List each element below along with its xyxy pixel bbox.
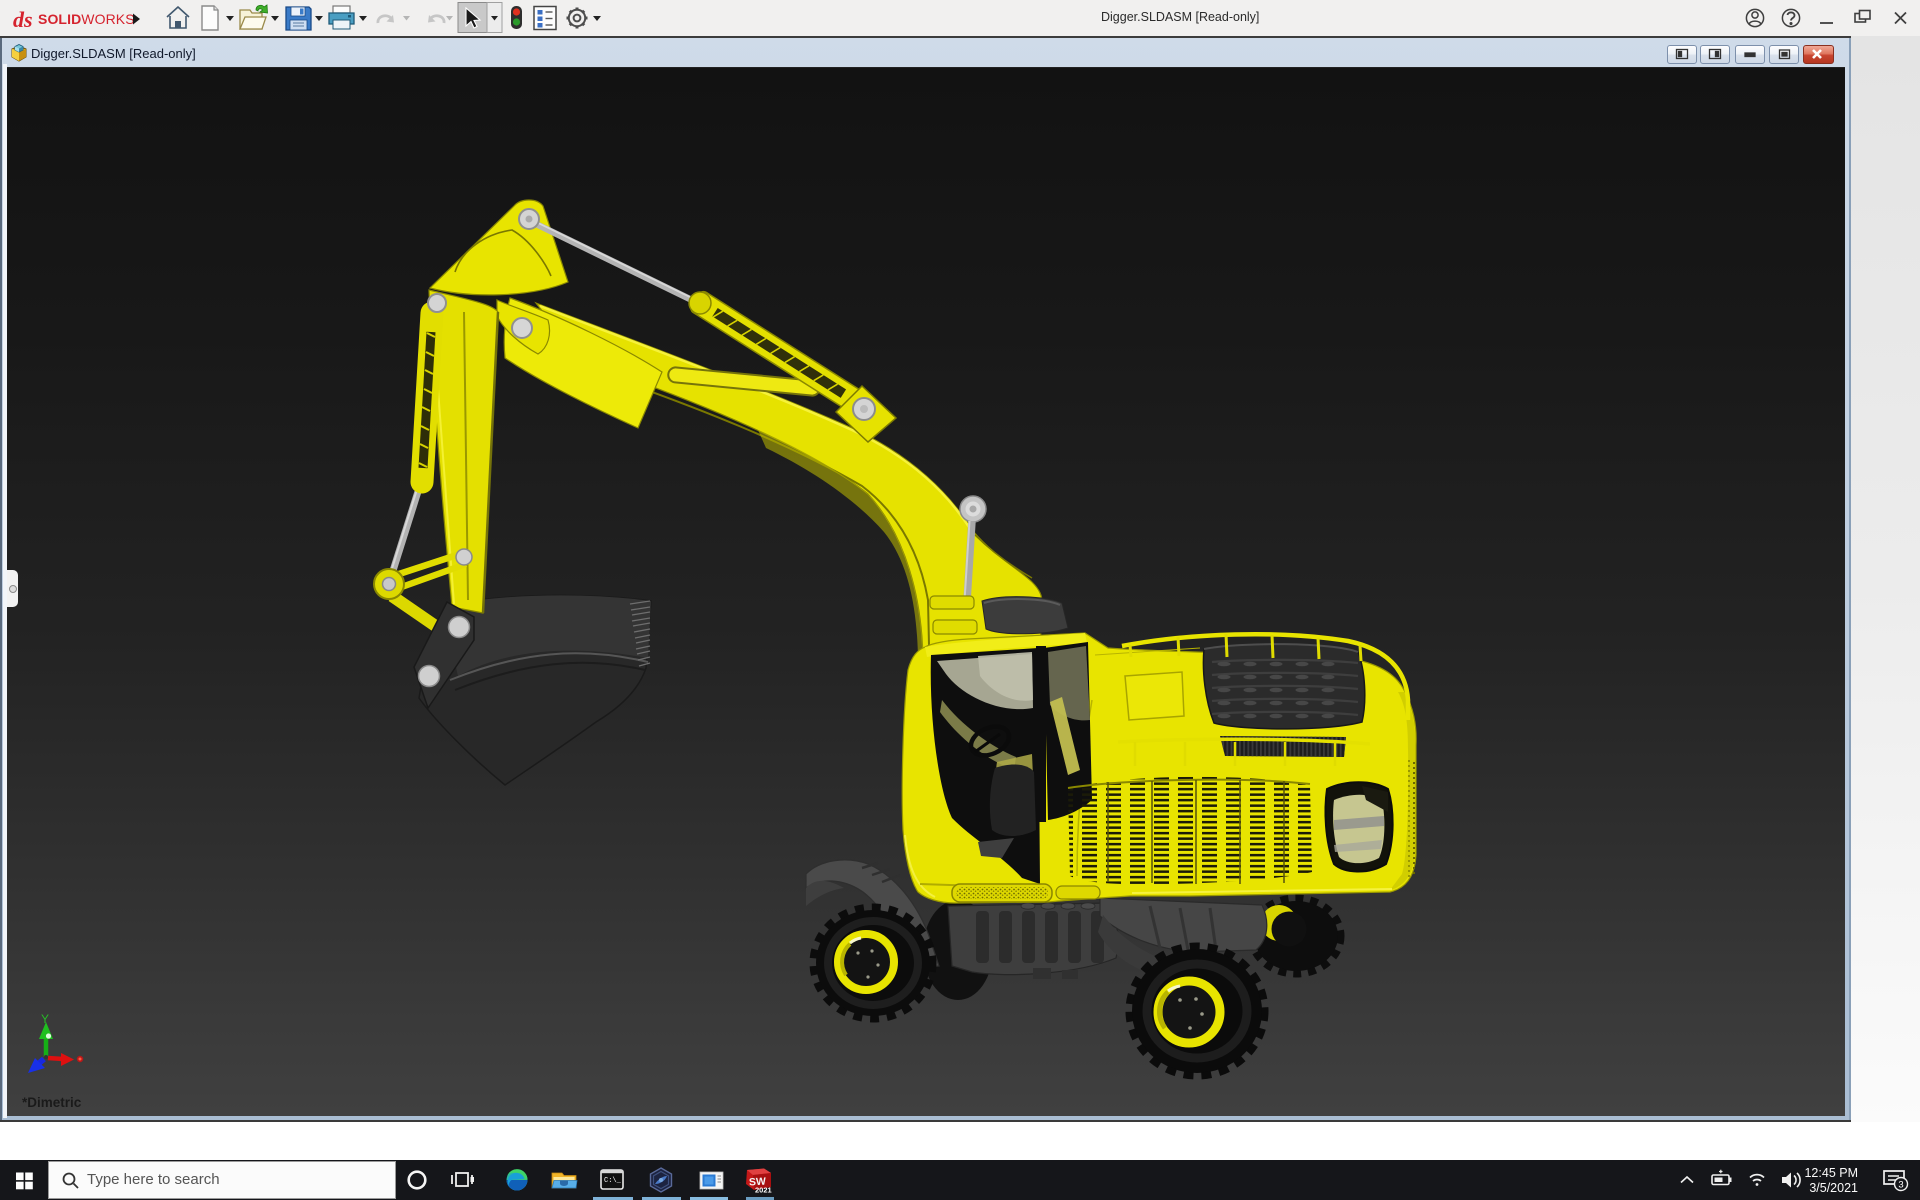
svg-text:C:\_: C:\_	[604, 1177, 622, 1185]
svg-text:3/5/2021: 3/5/2021	[1809, 1181, 1858, 1195]
svg-text:Y: Y	[41, 1012, 49, 1026]
svg-text:3: 3	[1898, 1180, 1903, 1191]
svg-text:12:45 PM: 12:45 PM	[1804, 1166, 1858, 1180]
svg-text:2021: 2021	[755, 1186, 772, 1195]
